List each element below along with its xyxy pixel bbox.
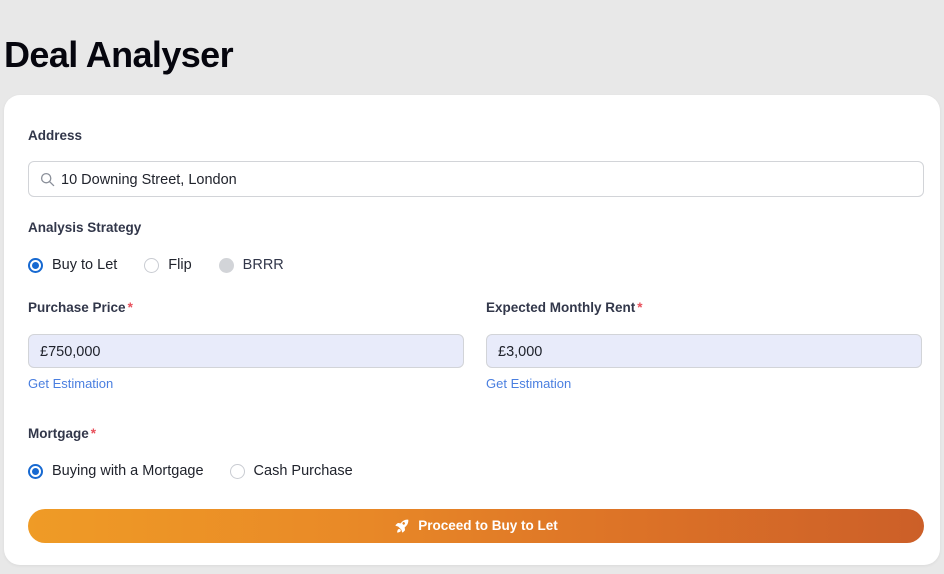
mortgage-label: Mortgage * (28, 426, 353, 442)
purchase-price-label: Purchase Price * (28, 300, 464, 316)
strategy-option-buy-to-let[interactable]: Buy to Let (28, 256, 117, 274)
address-input[interactable]: 10 Downing Street, London (28, 161, 924, 197)
proceed-button[interactable]: Proceed to Buy to Let (28, 509, 924, 543)
address-value: 10 Downing Street, London (61, 172, 237, 188)
strategy-option-label: Flip (168, 257, 192, 273)
rocket-icon (395, 519, 409, 533)
radio-icon-unselected (144, 257, 160, 273)
radio-icon-unselected (229, 463, 245, 479)
proceed-button-label: Proceed to Buy to Let (418, 518, 558, 533)
deal-analyser-card: Address 10 Downing Street, London Analys… (4, 95, 940, 565)
address-label: Address (28, 128, 83, 143)
strategy-option-brrr: BRRR (218, 256, 284, 274)
purchase-price-get-estimation-link[interactable]: Get Estimation (28, 376, 113, 392)
address-field-group: Address 10 Downing Street, London (28, 128, 924, 197)
mortgage-option-label: Buying with a Mortgage (52, 463, 204, 479)
monthly-rent-input[interactable]: £3,000 (486, 334, 922, 368)
purchase-price-input[interactable]: £750,000 (28, 334, 464, 368)
radio-icon-selected (28, 257, 43, 273)
mortgage-radio-group: Buying with a Mortgage Cash Purchase (28, 462, 353, 480)
radio-icon-disabled (218, 257, 234, 273)
purchase-price-label-text: Purchase Price (28, 300, 126, 315)
strategy-option-label: Buy to Let (52, 257, 118, 273)
monthly-rent-field-group: Expected Monthly Rent * £3,000 Get Estima… (486, 300, 922, 393)
mortgage-label-text: Mortgage (28, 426, 89, 441)
strategy-label: Analysis Strategy (28, 220, 142, 235)
search-icon (40, 172, 55, 187)
mortgage-option-with-mortgage[interactable]: Buying with a Mortgage (28, 462, 204, 480)
monthly-rent-label: Expected Monthly Rent * (486, 300, 922, 316)
strategy-option-flip[interactable]: Flip (144, 256, 192, 274)
purchase-price-value: £750,000 (40, 344, 101, 360)
strategy-option-label: BRRR (242, 257, 284, 273)
required-marker: * (90, 426, 97, 441)
mortgage-option-cash-purchase[interactable]: Cash Purchase (229, 462, 353, 480)
monthly-rent-label-text: Expected Monthly Rent (486, 300, 636, 315)
strategy-radio-group: Buy to Let Flip BRRR (28, 256, 284, 274)
page-title: Deal Analyser (4, 34, 234, 76)
purchase-price-field-group: Purchase Price * £750,000 Get Estimation (28, 300, 464, 393)
required-marker: * (127, 300, 133, 315)
monthly-rent-get-estimation-link[interactable]: Get Estimation (486, 376, 571, 392)
mortgage-field-group: Mortgage * Buying with a Mortgage Cash Pu… (28, 426, 353, 480)
mortgage-option-label: Cash Purchase (253, 463, 353, 479)
strategy-field-group: Analysis Strategy Buy to Let Flip BRRR (28, 220, 284, 274)
radio-icon-selected (28, 463, 43, 479)
monthly-rent-value: £3,000 (498, 344, 543, 360)
required-marker: * (637, 300, 643, 315)
